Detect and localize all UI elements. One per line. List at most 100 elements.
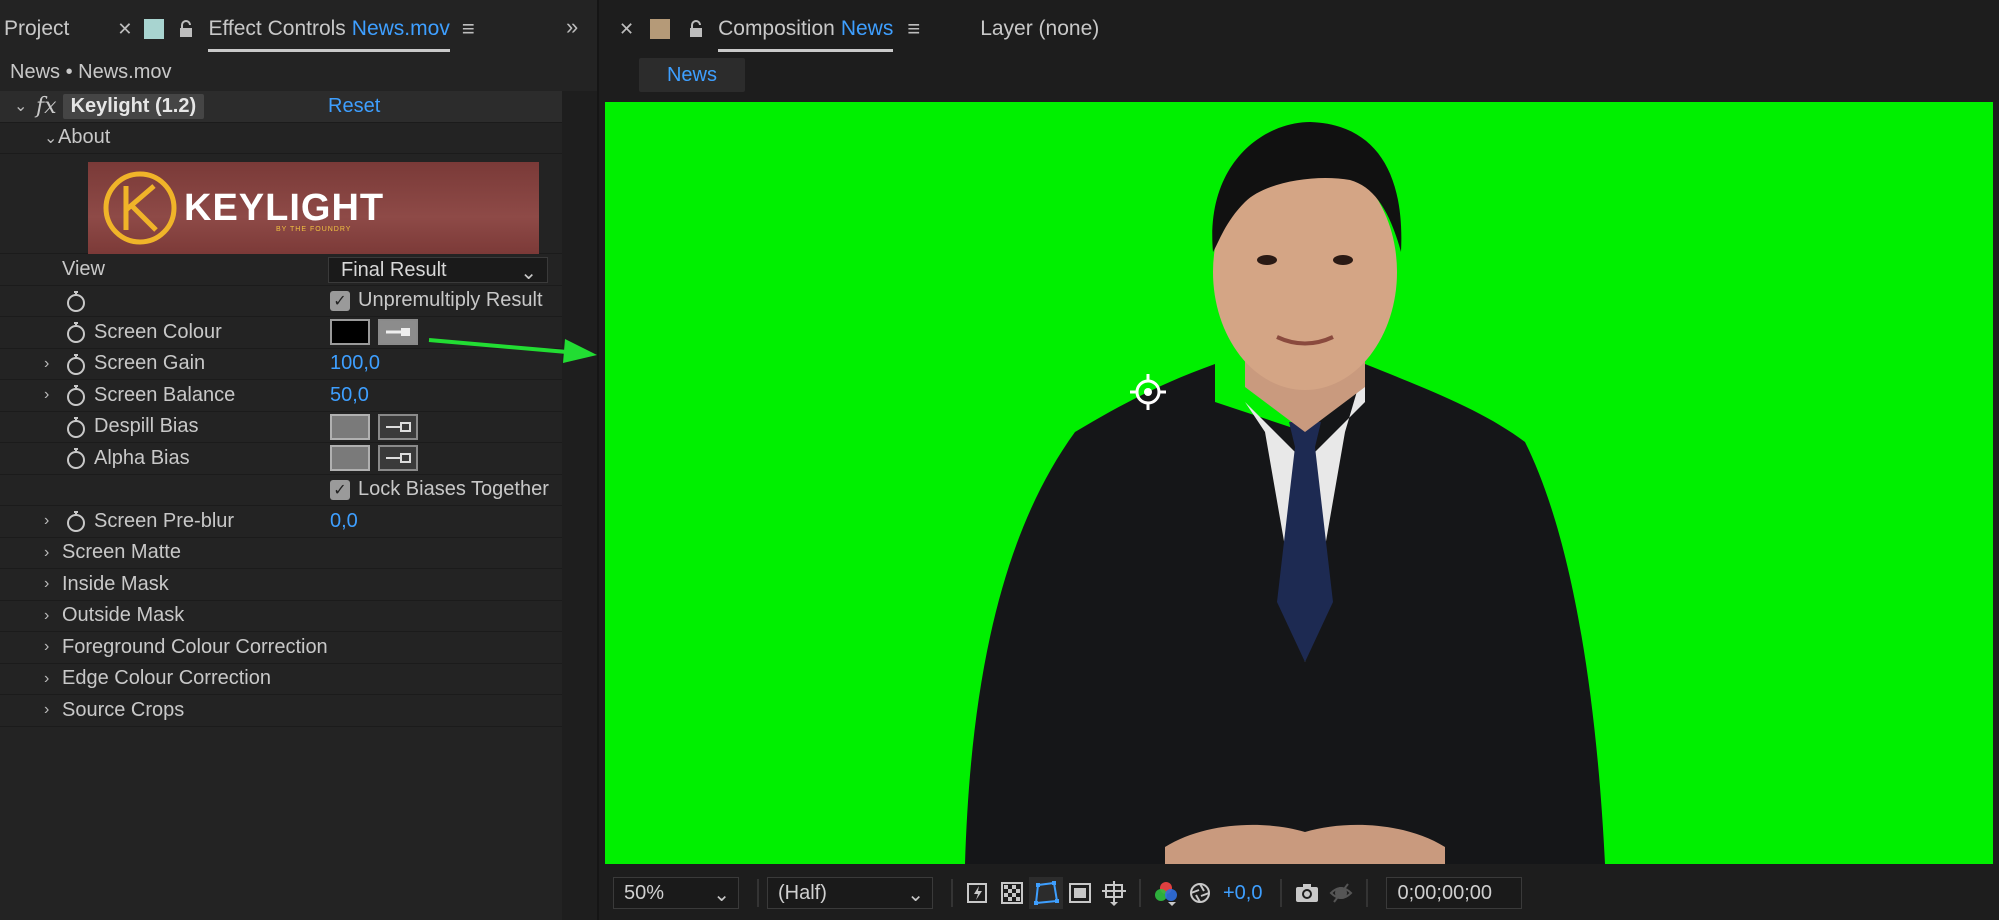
exposure-reset-icon[interactable] <box>1183 877 1217 909</box>
zoom-select[interactable]: 50% ⌄ <box>613 877 739 909</box>
param-screen-balance: › Screen Balance 50,0 <box>0 380 562 412</box>
tab-layer-label: Layer (none) <box>980 17 1100 40</box>
current-time-display[interactable]: 0;00;00;00 <box>1386 877 1523 909</box>
panel-scrollbar[interactable] <box>562 91 597 920</box>
tab-effect-controls[interactable]: Effect Controls News.mov <box>208 0 451 58</box>
tab-composition[interactable]: Composition News <box>718 0 894 58</box>
chevron-right-icon[interactable]: › <box>44 575 58 593</box>
mask-visibility-icon[interactable] <box>1029 877 1063 909</box>
resolution-value: (Half) <box>778 881 827 904</box>
exposure-value[interactable]: +0,0 <box>1223 882 1262 905</box>
screen-gain-label: Screen Gain <box>94 352 206 375</box>
region-of-interest-icon[interactable] <box>1063 877 1097 909</box>
view-label: View <box>62 257 105 280</box>
panel-menu-icon[interactable]: ≡ <box>462 16 475 42</box>
eyedropper-icon[interactable] <box>378 445 418 472</box>
chevron-right-icon[interactable]: › <box>44 544 58 562</box>
chevron-down-icon[interactable]: ⌄ <box>44 128 58 148</box>
group-screen-matte[interactable]: › Screen Matte <box>0 537 562 569</box>
show-snapshot-icon[interactable] <box>1324 877 1358 909</box>
param-screen-preblur: › Screen Pre-blur 0,0 <box>0 506 562 538</box>
lock-icon[interactable] <box>688 20 704 38</box>
group-edge-colour-correction[interactable]: › Edge Colour Correction <box>0 663 562 695</box>
tab-project[interactable]: Project <box>4 0 69 58</box>
keylight-logo-subtext: BY THE FOUNDRY <box>276 226 352 233</box>
view-select[interactable]: Final Result ⌄ <box>328 257 548 284</box>
label-color-swatch[interactable] <box>650 19 671 39</box>
tab-layer[interactable]: Layer (none) <box>980 0 1099 58</box>
unpremultiply-checkbox[interactable]: ✓ <box>330 290 350 311</box>
group-label: Screen Matte <box>62 541 181 564</box>
alpha-bias-label: Alpha Bias <box>94 446 190 469</box>
chevron-right-icon[interactable]: › <box>44 638 58 656</box>
composition-viewer[interactable] <box>605 102 1993 864</box>
param-alpha-bias: Alpha Bias <box>0 443 562 475</box>
divider <box>1139 879 1141 907</box>
despill-bias-label: Despill Bias <box>94 415 199 438</box>
screen-preblur-label: Screen Pre-blur <box>94 509 235 532</box>
screen-colour-swatch[interactable] <box>330 319 370 346</box>
lock-biases-checkbox[interactable]: ✓ <box>330 479 350 500</box>
close-icon[interactable]: ✕ <box>619 19 634 40</box>
panel-overflow-icon[interactable]: » <box>566 14 578 40</box>
reset-button[interactable]: Reset <box>328 95 380 118</box>
alpha-bias-swatch[interactable] <box>330 445 370 472</box>
eyedropper-icon[interactable] <box>378 319 418 346</box>
divider <box>1280 879 1283 907</box>
channels-icon[interactable] <box>1149 877 1183 909</box>
param-view: View Final Result ⌄ <box>0 254 562 286</box>
transparency-grid-icon[interactable] <box>995 877 1029 909</box>
stopwatch-icon[interactable] <box>66 510 86 533</box>
chevron-right-icon[interactable]: › <box>44 701 58 719</box>
screen-balance-label: Screen Balance <box>94 383 236 406</box>
keylight-logo: KEYLIGHT BY THE FOUNDRY <box>88 162 539 254</box>
group-inside-mask[interactable]: › Inside Mask <box>0 569 562 601</box>
stopwatch-icon[interactable] <box>66 290 86 312</box>
tab-composition-name: News <box>840 17 894 40</box>
label-color-swatch[interactable] <box>144 19 165 39</box>
chevron-down-icon: ⌄ <box>907 884 924 906</box>
despill-bias-swatch[interactable] <box>330 413 370 440</box>
timecode-value: 0;00;00;00 <box>1397 881 1493 904</box>
screen-gain-value[interactable]: 100,0 <box>330 352 380 375</box>
stopwatch-icon[interactable] <box>66 447 86 470</box>
about-label: About <box>58 126 111 149</box>
composition-sub-tab[interactable]: News <box>639 58 745 92</box>
effect-controls-panel: Project ✕ Effect Controls News.mov ≡ » N… <box>0 0 597 920</box>
group-label: Edge Colour Correction <box>62 667 271 690</box>
chevron-down-icon[interactable]: ⌄ <box>14 96 28 116</box>
stopwatch-icon[interactable] <box>66 416 86 438</box>
panel-menu-icon[interactable]: ≡ <box>907 16 920 42</box>
fast-previews-icon[interactable] <box>961 877 995 909</box>
screen-balance-value[interactable]: 50,0 <box>330 384 369 407</box>
fx-icon: fx <box>36 93 57 119</box>
stopwatch-icon[interactable] <box>66 384 86 407</box>
eyedropper-icon[interactable] <box>378 413 418 440</box>
group-label: Inside Mask <box>62 572 169 595</box>
screen-preblur-value[interactable]: 0,0 <box>330 510 358 533</box>
about-row[interactable]: ⌄ About <box>0 122 562 154</box>
divider <box>951 879 953 907</box>
stopwatch-icon[interactable] <box>66 353 86 375</box>
chevron-right-icon[interactable]: › <box>44 355 58 373</box>
chevron-right-icon[interactable]: › <box>44 386 58 404</box>
stopwatch-icon[interactable] <box>66 321 86 344</box>
group-outside-mask[interactable]: › Outside Mask <box>0 600 562 632</box>
group-foreground-colour-correction[interactable]: › Foreground Colour Correction <box>0 632 562 664</box>
tab-effect-controls-label: Effect Controls <box>208 17 346 40</box>
effect-header[interactable]: ⌄ fx Keylight (1.2) Reset <box>0 91 562 123</box>
chevron-right-icon[interactable]: › <box>44 670 58 688</box>
chevron-right-icon[interactable]: › <box>44 607 58 625</box>
screen-colour-label: Screen Colour <box>94 320 222 343</box>
snapshot-camera-icon[interactable] <box>1290 877 1324 909</box>
close-icon[interactable]: ✕ <box>117 19 132 40</box>
lock-icon[interactable] <box>178 20 194 38</box>
chevron-right-icon[interactable]: › <box>44 512 58 530</box>
effect-name: Keylight (1.2) <box>62 93 205 119</box>
group-source-crops[interactable]: › Source Crops <box>0 695 562 727</box>
tab-effect-controls-layer: News.mov <box>351 17 450 40</box>
group-label: Source Crops <box>62 698 185 721</box>
chevron-down-icon: ⌄ <box>713 884 730 906</box>
grid-guides-icon[interactable] <box>1097 877 1131 909</box>
resolution-select[interactable]: (Half) ⌄ <box>767 877 933 909</box>
